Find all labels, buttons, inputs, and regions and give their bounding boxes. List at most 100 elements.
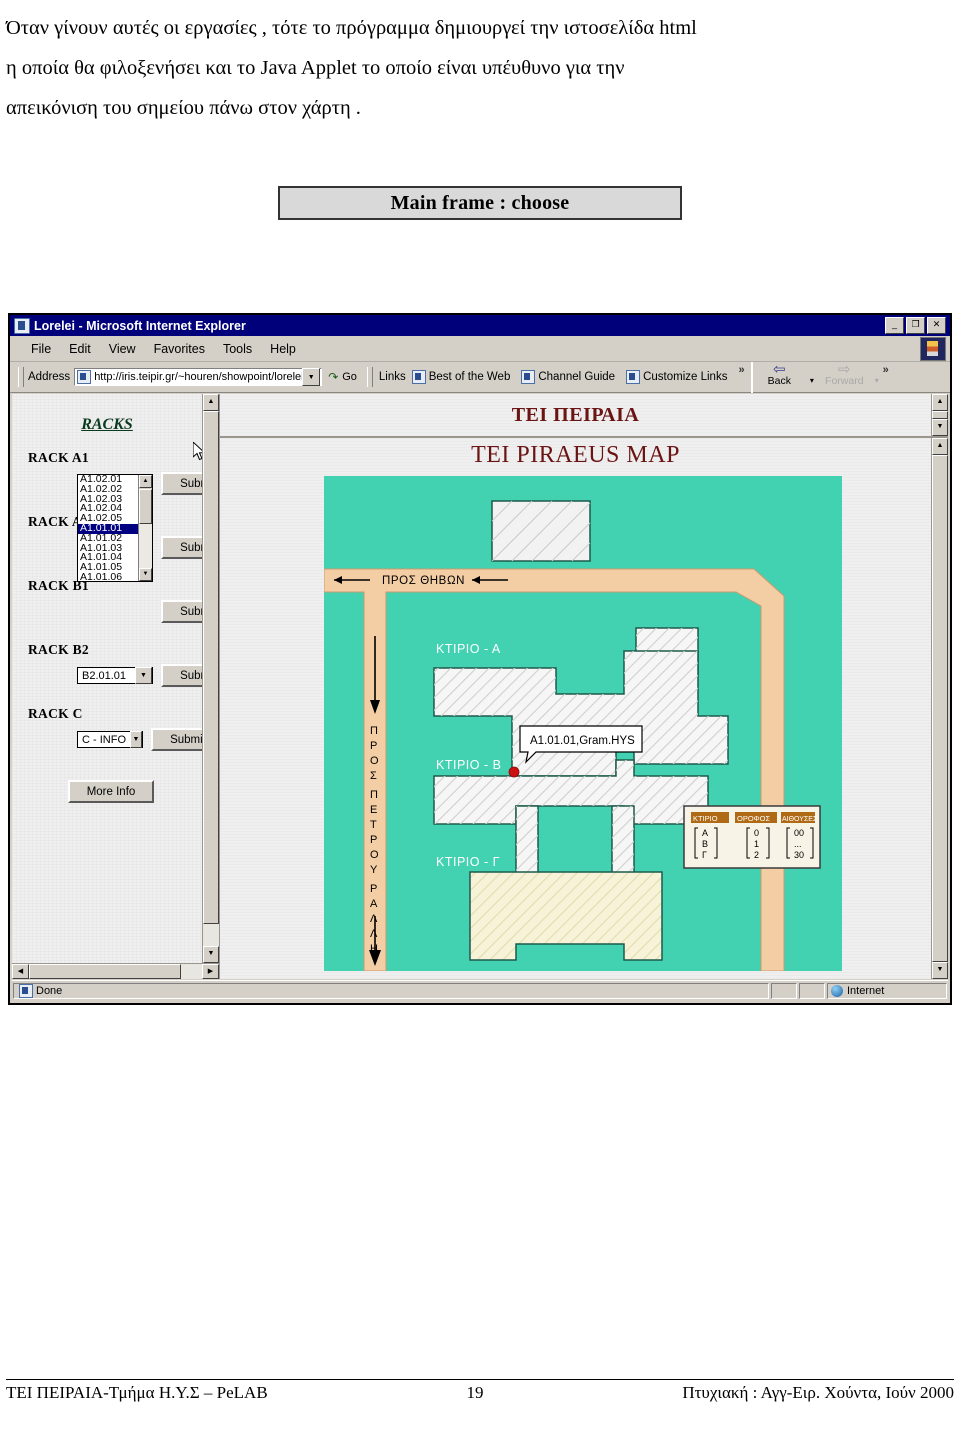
toolbar-overflow-icon[interactable]: » bbox=[883, 364, 889, 376]
close-button[interactable]: ✕ bbox=[927, 317, 946, 334]
go-label: Go bbox=[342, 371, 357, 383]
toolbar-grip[interactable] bbox=[18, 367, 24, 387]
dropdown-option[interactable]: A1.01.06 bbox=[78, 572, 138, 581]
footer-left-text: ΤΕΙ ΠΕΙΡΑΙΑ-Τμήμα Η.Υ.Σ – PeLAB bbox=[6, 1383, 268, 1402]
rack-select-value: B2.01.01 bbox=[82, 669, 127, 682]
forward-label: Forward bbox=[825, 374, 864, 387]
browser-window: Lorelei - Microsoft Internet Explorer _ … bbox=[8, 313, 952, 1005]
status-message-cell: Done bbox=[13, 983, 769, 999]
more-info-button[interactable]: More Info bbox=[68, 780, 154, 803]
legend-header-1: ΟΡΟΦΟΣ bbox=[737, 814, 770, 823]
ie-logo-icon bbox=[920, 337, 946, 361]
back-button[interactable]: ⇦ Back bbox=[756, 360, 802, 387]
page-frameset: RACKS RACK A1 A1.01.01 ▼ Submit bbox=[12, 394, 948, 979]
campus-map-applet[interactable]: ΠΡΟΣ ΘΗΒΩΝ ΠΡΟ ΣΠΕ ΤΡΟ ΥΡΑ Λ Λ Η ΚΤΙΡΙΟ … bbox=[324, 476, 842, 971]
scroll-down-icon[interactable]: ▼ bbox=[203, 946, 219, 963]
go-button[interactable]: Go bbox=[328, 371, 357, 383]
scrollbar-thumb[interactable] bbox=[932, 455, 948, 962]
racks-content: RACKS RACK A1 A1.01.01 ▼ Submit bbox=[12, 394, 202, 963]
scroll-down-icon[interactable]: ▼ bbox=[932, 419, 948, 436]
menu-edit[interactable]: Edit bbox=[60, 340, 100, 358]
menu-file[interactable]: File bbox=[22, 340, 60, 358]
submit-button-b2[interactable]: Submit bbox=[161, 664, 202, 687]
menu-view[interactable]: View bbox=[100, 340, 145, 358]
scroll-up-icon[interactable]: ▲ bbox=[932, 438, 948, 455]
dropdown-scrollbar[interactable]: ▲ ▼ bbox=[138, 475, 152, 581]
rack-row-b2: RACK B2 B2.01.01 ▼ Submit bbox=[12, 642, 202, 706]
left-frame-hscrollbar[interactable]: ◀ ▶ bbox=[12, 963, 219, 979]
frame-map: TEI PIRAEUS MAP ΠΡΟΣ ΘΗΒΩΝ Π Ρ Ο Σ Π Ε Τ… bbox=[220, 438, 948, 979]
chevron-down-icon[interactable]: ▼ bbox=[135, 667, 152, 684]
status-zone: Internet bbox=[847, 985, 885, 997]
link-icon bbox=[626, 370, 641, 384]
status-zone-cell: Internet bbox=[827, 983, 947, 999]
map-frame-scrollbar[interactable]: ▲ ▼ bbox=[931, 438, 948, 979]
link-best-of-the-web[interactable]: Best of the Web bbox=[411, 370, 511, 384]
address-label: Address bbox=[28, 371, 71, 383]
scroll-up-icon[interactable]: ▲ bbox=[203, 394, 219, 411]
back-history-caret-icon[interactable]: ▾ bbox=[810, 376, 814, 385]
frame-banner: ΤΕΙ ΠΕΙΡΑΙΑ ▲ ▼ bbox=[220, 394, 948, 438]
scroll-right-icon[interactable]: ▶ bbox=[202, 964, 219, 979]
scrollbar-track[interactable] bbox=[139, 524, 152, 568]
rack-row-c: RACK C C - INFO ▼ Submit bbox=[12, 706, 202, 770]
rack-a1-dropdown-list[interactable]: A1.02.01 A1.02.02 A1.02.03 A1.02.04 A1.0… bbox=[77, 474, 153, 582]
link-channel-guide[interactable]: Channel Guide bbox=[521, 370, 615, 384]
paragraph-line-1: Όταν γίνουν αυτές οι εργασίες , τότε το … bbox=[6, 17, 697, 39]
forward-history-caret-icon[interactable]: ▾ bbox=[875, 376, 879, 385]
ie-document-icon bbox=[14, 317, 30, 334]
scrollbar-track[interactable] bbox=[181, 964, 202, 979]
links-overflow-icon[interactable]: » bbox=[738, 364, 744, 376]
back-label: Back bbox=[767, 374, 791, 387]
address-dropdown-icon[interactable]: ▼ bbox=[302, 368, 321, 386]
address-url-text: http://iris.teipir.gr/~houren/showpoint/… bbox=[94, 371, 303, 383]
page-number: 19 bbox=[466, 1383, 484, 1402]
scrollbar-thumb[interactable] bbox=[203, 411, 219, 924]
chevron-down-icon[interactable]: ▼ bbox=[130, 731, 142, 748]
links-grip[interactable] bbox=[366, 367, 373, 387]
rack-select-b2[interactable]: B2.01.01 ▼ bbox=[77, 667, 153, 684]
scroll-left-icon[interactable]: ◀ bbox=[12, 964, 29, 979]
window-title: Lorelei - Microsoft Internet Explorer bbox=[34, 318, 246, 333]
legend-col-1-values: 012 bbox=[754, 828, 759, 860]
back-arrow-icon: ⇦ bbox=[773, 360, 786, 378]
forward-button[interactable]: ⇨ Forward bbox=[821, 362, 867, 387]
go-arrow-icon bbox=[328, 371, 340, 383]
address-input[interactable]: http://iris.teipir.gr/~houren/showpoint/… bbox=[74, 368, 323, 386]
racks-heading: RACKS bbox=[81, 416, 133, 433]
submit-button-c[interactable]: Submit bbox=[151, 728, 202, 751]
link-icon bbox=[411, 370, 426, 384]
map-point-marker bbox=[508, 766, 520, 778]
scroll-up-icon[interactable]: ▲ bbox=[139, 475, 152, 488]
scroll-down-icon[interactable]: ▼ bbox=[139, 568, 152, 581]
rack-label: RACK B2 bbox=[28, 642, 89, 657]
menu-favorites[interactable]: Favorites bbox=[145, 340, 214, 358]
address-toolbar: Address http://iris.teipir.gr/~houren/sh… bbox=[10, 360, 950, 393]
menubar: File Edit View Favorites Tools Help bbox=[10, 336, 950, 362]
submit-button-a1[interactable]: Submit bbox=[161, 472, 202, 495]
rack-select-c[interactable]: C - INFO ▼ bbox=[77, 731, 143, 748]
restore-button[interactable]: ❐ bbox=[906, 317, 925, 334]
globe-icon bbox=[831, 985, 843, 997]
legend-header-2: ΑΙΘΟΥΣΕΣ bbox=[782, 816, 818, 823]
footer-divider bbox=[6, 1379, 954, 1380]
scrollbar-thumb[interactable] bbox=[29, 964, 181, 979]
scrollbar-thumb[interactable] bbox=[139, 489, 152, 524]
scroll-up-icon[interactable]: ▲ bbox=[932, 394, 948, 411]
scrollbar-track[interactable] bbox=[203, 924, 219, 946]
link-label: Best of the Web bbox=[428, 371, 511, 383]
navigation-buttons: ⇦ Back ▾ ⇨ Forward ▾ bbox=[750, 360, 883, 393]
road-label-north: ΠΡΟΣ ΘΗΒΩΝ bbox=[382, 575, 465, 587]
menu-help[interactable]: Help bbox=[261, 340, 305, 358]
banner-scrollbar[interactable]: ▲ ▼ bbox=[931, 394, 948, 436]
map-label-building-gamma: ΚΤΙΡΙΟ - Γ bbox=[436, 855, 500, 869]
link-icon bbox=[521, 370, 536, 384]
link-customize-links[interactable]: Customize Links bbox=[626, 370, 727, 384]
submit-button-b1[interactable]: Submit bbox=[161, 600, 202, 623]
scroll-down-icon[interactable]: ▼ bbox=[932, 962, 948, 979]
submit-button-a2[interactable]: Submit bbox=[161, 536, 202, 559]
menu-tools[interactable]: Tools bbox=[214, 340, 261, 358]
left-frame-scrollbar[interactable]: ▲ ▼ bbox=[202, 394, 219, 963]
scrollbar-thumb[interactable] bbox=[932, 411, 948, 419]
minimize-button[interactable]: _ bbox=[885, 317, 904, 334]
